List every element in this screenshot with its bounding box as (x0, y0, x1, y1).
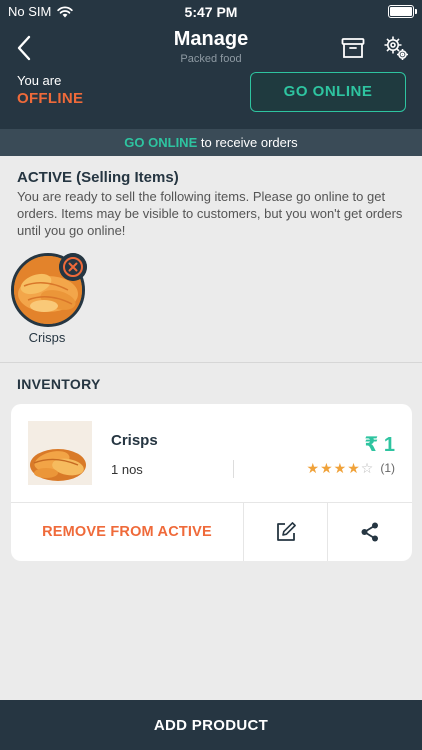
star-filled-icon: ★ (306, 460, 320, 476)
rating-count: (1) (380, 461, 395, 475)
share-item-button[interactable] (328, 503, 412, 561)
inventory-heading: INVENTORY (17, 376, 101, 392)
star-filled-icon: ★ (333, 460, 347, 476)
share-icon (361, 522, 378, 542)
edit-icon (277, 522, 296, 541)
online-status-prefix: You are (17, 73, 62, 88)
remove-active-item-icon[interactable] (59, 253, 87, 281)
star-filled-icon: ★ (347, 460, 360, 476)
active-section-heading: ACTIVE (Selling Items) (17, 169, 179, 186)
add-product-button[interactable]: ADD PRODUCT (0, 700, 422, 750)
banner-highlight[interactable]: GO ONLINE (124, 135, 197, 150)
inventory-item-name: Crisps (111, 432, 158, 449)
archive-box-icon[interactable] (341, 37, 365, 59)
inventory-item-rating: ★ ★ ★ ★ ☆ (1) (307, 461, 395, 475)
online-status-state: OFFLINE (17, 90, 84, 107)
inventory-item-price: ₹ 1 (364, 434, 395, 456)
status-time: 5:47 PM (184, 4, 238, 20)
header-title-block: Manage Packed food (100, 28, 322, 65)
section-divider (0, 362, 422, 363)
go-online-banner: GO ONLINE to receive orders (0, 129, 422, 156)
star-empty-icon: ☆ (360, 460, 374, 476)
go-online-button[interactable]: GO ONLINE (250, 72, 406, 112)
remove-from-active-button[interactable]: REMOVE FROM ACTIVE (11, 503, 243, 561)
active-item-label: Crisps (28, 330, 66, 345)
page-subtitle: Packed food (180, 53, 242, 65)
inventory-item-image (28, 421, 92, 485)
inventory-item-card[interactable]: Crisps ₹ 1 1 nos ★ ★ ★ ★ ☆ (1) REMOVE FR… (11, 404, 412, 561)
active-section-description: You are ready to sell the following item… (17, 189, 403, 238)
battery-icon (388, 5, 417, 18)
back-arrow-icon[interactable] (12, 34, 36, 62)
status-bar: No SIM 5:47 PM (0, 0, 422, 24)
inventory-item-quantity: 1 nos (111, 462, 143, 477)
quantity-rating-divider (233, 460, 234, 478)
edit-item-button[interactable] (244, 503, 328, 561)
top-bar: No SIM 5:47 PM Manage Packed food You ar… (0, 0, 422, 129)
rating-stars: ★ ★ ★ ★ ☆ (307, 461, 374, 475)
page-title: Manage (173, 28, 249, 50)
banner-text: to receive orders (197, 135, 298, 150)
settings-gears-icon[interactable] (382, 34, 410, 62)
star-filled-icon: ★ (320, 460, 333, 476)
